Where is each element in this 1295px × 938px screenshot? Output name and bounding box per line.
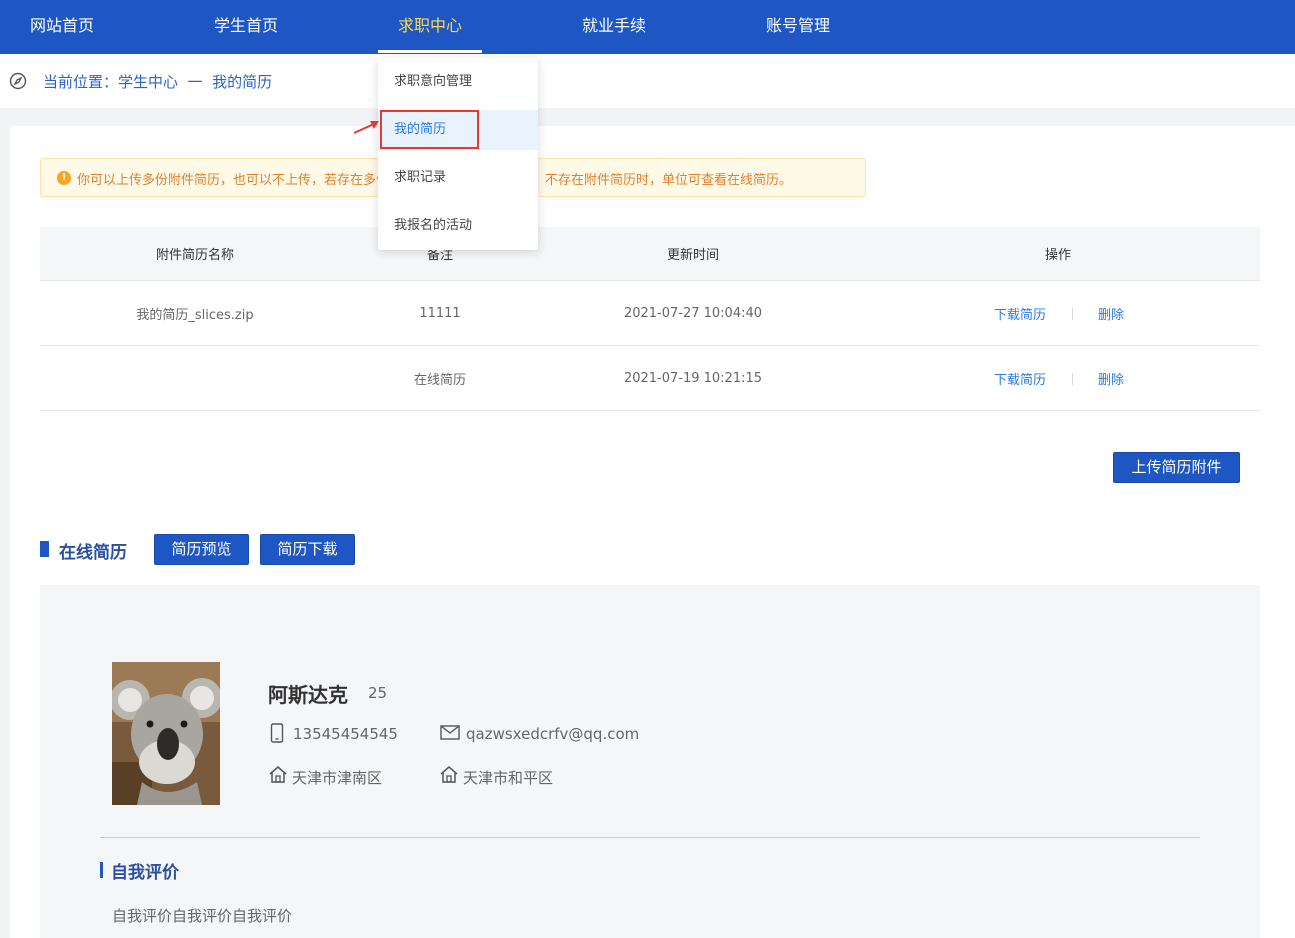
annotation-arrow-icon (353, 121, 379, 134)
profile-age: 25 (368, 684, 388, 702)
header-name: 附件简历名称 (155, 248, 234, 263)
download-resume-label[interactable]: 下载简历 (994, 369, 1046, 388)
action-separator (1072, 308, 1073, 320)
nav-job-center[interactable]: 求职中心 (382, 0, 478, 54)
menu-item-my-activities[interactable]: 我报名的活动 (378, 206, 538, 246)
cell-remark: 在线简历 (413, 372, 466, 388)
nav-account-management[interactable]: 账号管理 (750, 0, 846, 54)
cell-name: 我的简历_slices.zip (136, 307, 254, 323)
top-navbar: 网站首页 学生首页 求职中心 就业手续 账号管理 (0, 0, 1295, 54)
profile-phone: 13545454545 (293, 725, 398, 743)
profile-address-2: 天津市和平区 (463, 769, 554, 787)
profile-photo (112, 662, 220, 805)
mail-icon (440, 725, 460, 740)
compass-icon (9, 72, 27, 90)
section-divider (100, 837, 1200, 838)
breadcrumb-bar: 当前位置：学生中心 一 我的简历 (0, 54, 1295, 108)
download-resume-link[interactable]: 下载简历 (980, 281, 1060, 345)
resume-download-button[interactable]: 简历下载 (260, 534, 355, 565)
online-resume-title: 在线简历 (59, 543, 127, 563)
action-separator (1072, 373, 1073, 385)
home-icon (269, 766, 287, 783)
table-row: 在线简历 2021-07-19 10:21:15 下载简历 删除 (40, 346, 1260, 411)
breadcrumb: 当前位置：学生中心 一 我的简历 (43, 73, 273, 91)
upload-resume-button[interactable]: 上传简历附件 (1113, 452, 1240, 483)
delete-link[interactable]: 删除 (1081, 281, 1141, 345)
self-evaluation-title: 自我评价 (111, 863, 179, 883)
download-resume-link[interactable]: 下载简历 (980, 346, 1060, 410)
section-marker (40, 541, 49, 557)
profile-name: 阿斯达克 (268, 683, 348, 707)
menu-item-job-records[interactable]: 求职记录 (378, 158, 538, 198)
home-icon (440, 766, 458, 783)
download-resume-label[interactable]: 下载简历 (994, 304, 1046, 323)
header-action: 操作 (1044, 248, 1071, 263)
warning-icon: ! (57, 171, 71, 185)
nav-student-home[interactable]: 学生首页 (198, 0, 294, 54)
menu-item-job-intention[interactable]: 求职意向管理 (378, 62, 538, 102)
table-row: 我的简历_slices.zip 11111 2021-07-27 10:04:4… (40, 281, 1260, 346)
phone-icon (270, 723, 284, 743)
profile-email: qazwsxedcrfv@qq.com (466, 725, 640, 743)
cell-name (40, 346, 350, 410)
delete-label[interactable]: 删除 (1098, 304, 1124, 323)
online-resume-box (40, 585, 1260, 938)
delete-label[interactable]: 删除 (1098, 369, 1124, 388)
resume-preview-button[interactable]: 简历预览 (154, 534, 249, 565)
nav-home[interactable]: 网站首页 (14, 0, 110, 54)
subsection-marker (100, 862, 103, 878)
profile-address-1: 天津市津南区 (292, 769, 383, 787)
job-center-dropdown: 求职意向管理 我的简历 求职记录 我报名的活动 (378, 58, 538, 250)
delete-link[interactable]: 删除 (1081, 346, 1141, 410)
nav-employment-procedures[interactable]: 就业手续 (566, 0, 662, 54)
cell-time: 2021-07-27 10:04:40 (623, 305, 763, 321)
active-nav-underline (378, 50, 482, 53)
cell-remark: 11111 (419, 305, 461, 321)
cell-time: 2021-07-19 10:21:15 (623, 370, 763, 386)
header-time: 更新时间 (666, 248, 719, 263)
table-header: 附件简历名称 备注 更新时间 操作 (40, 227, 1260, 281)
annotation-highlight-box (380, 110, 479, 149)
self-evaluation-text: 自我评价自我评价自我评价 (112, 907, 293, 925)
